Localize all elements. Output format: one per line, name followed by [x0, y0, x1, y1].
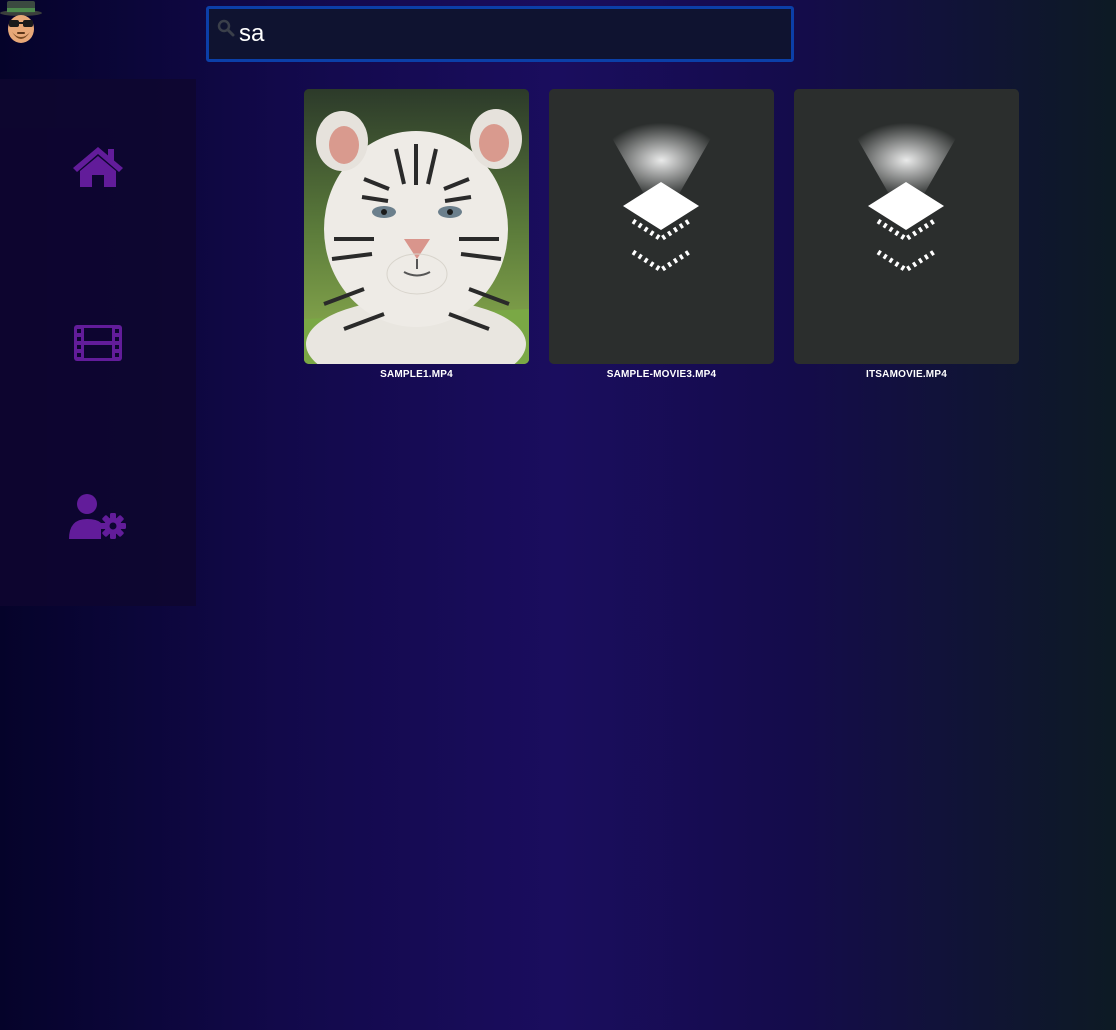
video-card-label: ITSAMOVIE.MP4: [866, 369, 947, 380]
user-settings-icon: [69, 494, 126, 539]
default-video-icon: [794, 89, 1019, 364]
film-icon: [74, 325, 122, 361]
default-video-icon: [549, 89, 774, 364]
heisenberg-avatar-icon: [0, 1, 42, 43]
search-input[interactable]: [239, 15, 779, 53]
video-card-label: SAMPLE-MOVIE3.MP4: [606, 369, 717, 380]
video-card-label: SAMPLE1.MP4: [380, 369, 453, 380]
video-thumbnail[interactable]: [549, 89, 774, 364]
home-icon: [73, 147, 123, 187]
video-card[interactable]: ITSAMOVIE.MP4: [794, 89, 1019, 380]
nav-home[interactable]: [0, 127, 196, 207]
nav-user-settings[interactable]: [0, 478, 196, 558]
avatar[interactable]: [0, 0, 44, 46]
video-thumbnail[interactable]: [304, 89, 529, 364]
search-box: [206, 6, 794, 62]
sidebar: [0, 79, 196, 606]
video-thumbnail[interactable]: [794, 89, 1019, 364]
nav-movies[interactable]: [0, 303, 196, 383]
search-icon: [217, 19, 235, 37]
video-card[interactable]: SAMPLE1.MP4: [304, 89, 529, 380]
white-tiger-cub-photo: [304, 89, 529, 364]
video-card[interactable]: SAMPLE-MOVIE3.MP4: [549, 89, 774, 380]
